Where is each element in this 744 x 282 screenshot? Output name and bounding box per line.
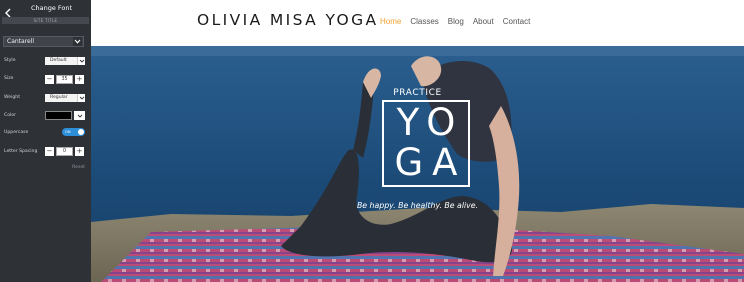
color-label: Color (4, 113, 16, 118)
chevron-left-icon[interactable] (4, 3, 13, 18)
weight-value: Regular (50, 95, 68, 100)
size-input[interactable]: 35 (56, 75, 73, 84)
style-label: Style (4, 58, 16, 63)
letter-spacing-decrease-button[interactable]: − (45, 147, 54, 156)
site-header: OLIVIA MISA YOGA Home Classes Blog About… (91, 0, 744, 46)
letter-spacing-input[interactable]: 0 (56, 147, 73, 156)
toggle-knob (78, 129, 84, 135)
hero-tagline: Be happy. Be healthy. Be alive. (356, 201, 479, 210)
hero-title-line-2: GA (394, 141, 467, 184)
font-editor-panel: Change Font SITE TITLE Cantarell Style D… (0, 0, 91, 282)
nav-item-about[interactable]: About (473, 17, 494, 26)
uppercase-label: Uppercase (4, 130, 29, 135)
letter-spacing-stepper: − 0 + (45, 147, 85, 156)
size-label: Size (4, 76, 14, 81)
toggle-state-text: ON (65, 130, 71, 134)
style-value: Default (50, 58, 67, 63)
site-preview: OLIVIA MISA YOGA Home Classes Blog About… (91, 0, 744, 282)
panel-header: Change Font (0, 0, 91, 18)
weight-label: Weight (4, 95, 21, 100)
size-decrease-button[interactable]: − (45, 75, 54, 84)
hero-section: PRACTICE YO GA Be happy. Be healthy. Be … (91, 46, 744, 282)
nav-item-blog[interactable]: Blog (448, 17, 464, 26)
nav-item-home[interactable]: Home (380, 17, 401, 26)
chevron-down-icon (77, 94, 85, 102)
uppercase-toggle[interactable]: ON (62, 128, 85, 136)
color-swatch[interactable] (45, 111, 72, 120)
weight-dropdown[interactable]: Regular (45, 94, 85, 102)
hero-title-line-1: YO (396, 101, 465, 144)
nav-item-contact[interactable]: Contact (503, 17, 531, 26)
panel-title: Change Font (30, 4, 73, 12)
main-nav: Home Classes Blog About Contact (380, 17, 530, 26)
chevron-down-icon[interactable] (74, 111, 85, 120)
size-increase-button[interactable]: + (75, 75, 84, 84)
font-family-select[interactable]: Cantarell (3, 36, 84, 47)
letter-spacing-label: Letter Spacing (4, 149, 38, 154)
hero-kicker: PRACTICE (393, 88, 442, 98)
style-dropdown[interactable]: Default (45, 57, 85, 65)
reset-link[interactable]: Reset (72, 165, 85, 170)
nav-item-classes[interactable]: Classes (410, 17, 438, 26)
font-family-value: Cantarell (7, 38, 35, 45)
section-label: SITE TITLE (2, 17, 89, 24)
hero-title-box: YO GA (382, 100, 470, 187)
letter-spacing-increase-button[interactable]: + (75, 147, 84, 156)
chevron-down-icon (73, 37, 82, 46)
chevron-down-icon (77, 57, 85, 65)
size-stepper: − 35 + (45, 75, 85, 84)
site-logo[interactable]: OLIVIA MISA YOGA (197, 11, 379, 29)
